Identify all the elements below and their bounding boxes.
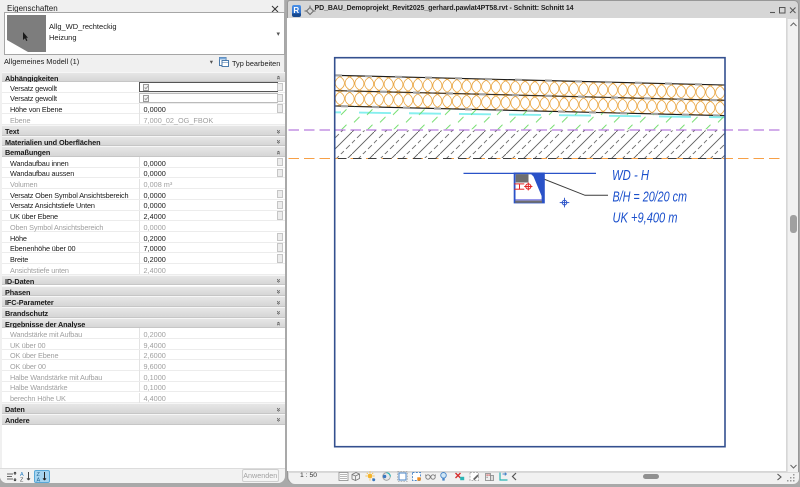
svg-text:B/H = 20/20 cm: B/H = 20/20 cm	[613, 188, 688, 205]
svg-text:A: A	[37, 478, 41, 483]
svg-text:WD - H: WD - H	[612, 167, 649, 184]
svg-text:UK +9,400 m: UK +9,400 m	[613, 209, 678, 226]
svg-text:Z: Z	[20, 478, 24, 483]
